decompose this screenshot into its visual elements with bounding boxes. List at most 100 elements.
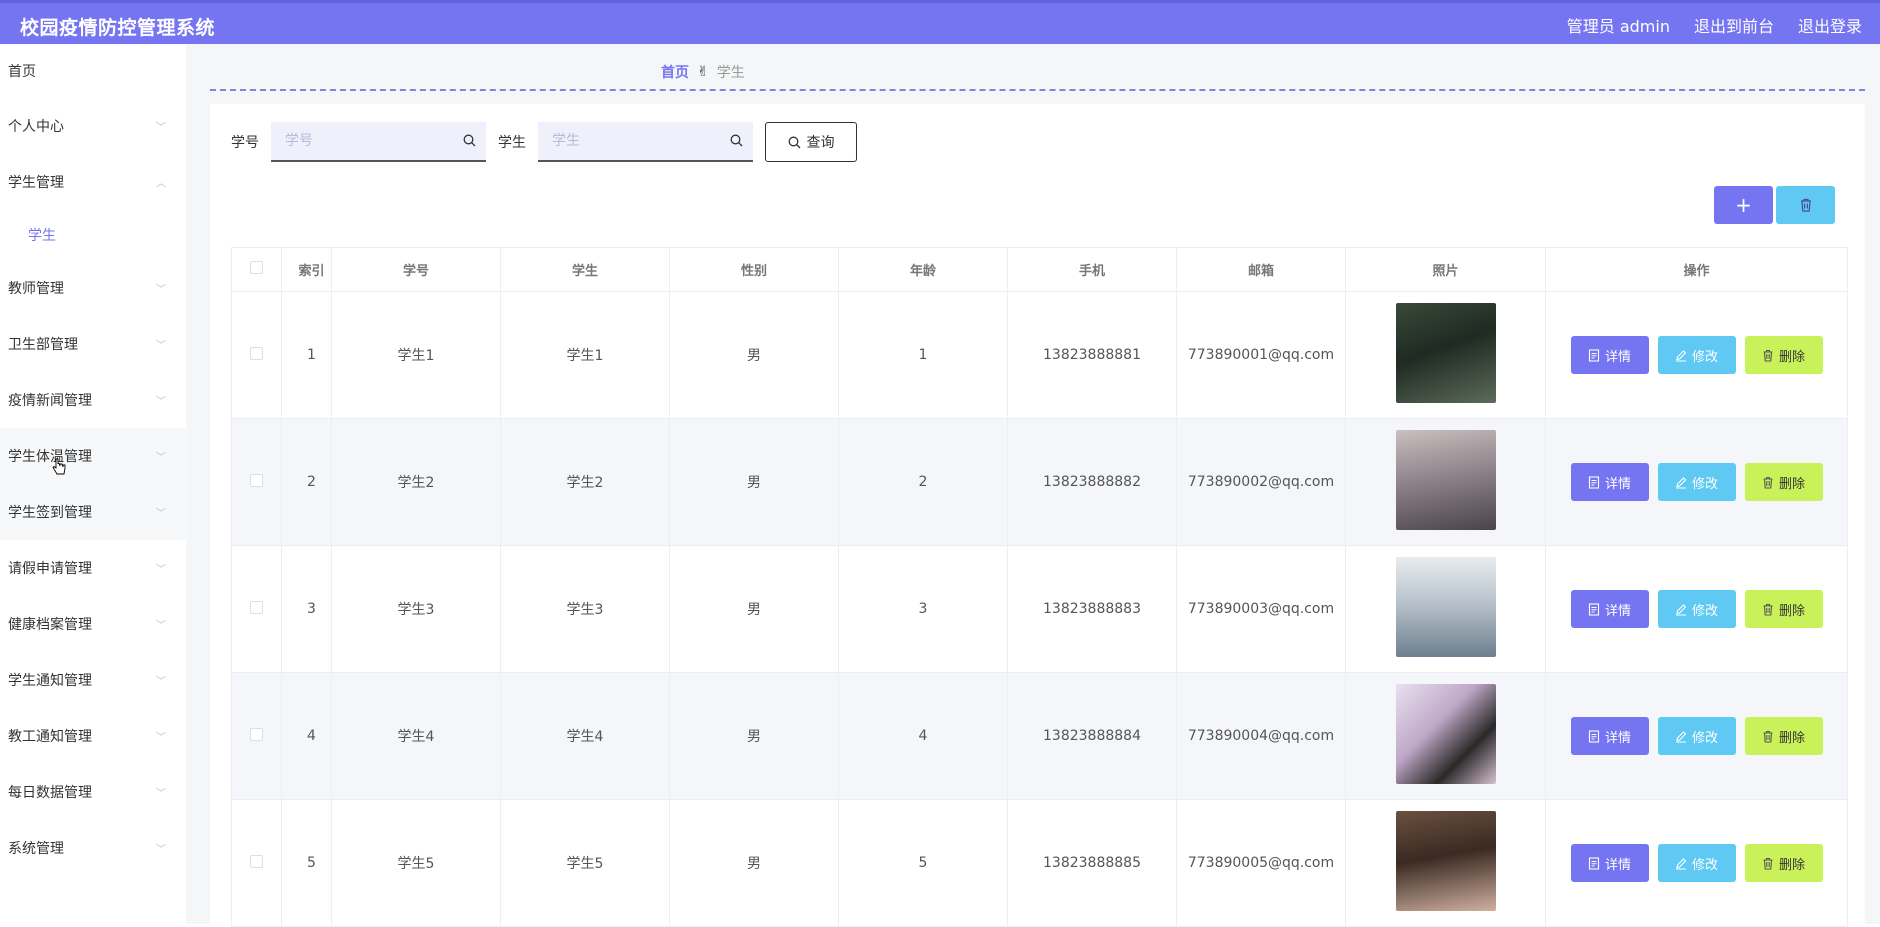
- divider: [210, 89, 1865, 91]
- sidebar-item-student-notice-management[interactable]: 学生通知管理 ﹀: [0, 652, 186, 708]
- top-header: 校园疫情防控管理系统 管理员 admin 退出到前台 退出登录: [0, 0, 1880, 44]
- cell-student-name: 学生4: [500, 672, 670, 800]
- cell-student-id: 学生1: [331, 291, 501, 419]
- edit-button[interactable]: 修改: [1657, 717, 1736, 755]
- chevron-down-icon: ﹀: [156, 564, 166, 576]
- edit-button[interactable]: 修改: [1657, 844, 1736, 882]
- add-button[interactable]: +: [1714, 186, 1773, 224]
- chevron-down-icon: ﹀: [156, 452, 166, 464]
- hand-cursor-icon: [52, 458, 66, 475]
- sidebar-item-teacher-management[interactable]: 教师管理 ﹀: [0, 260, 186, 316]
- sidebar-item-staff-notice-management[interactable]: 教工通知管理 ﹀: [0, 708, 186, 764]
- edit-button[interactable]: 修改: [1657, 463, 1736, 501]
- cell-phone: 13823888885: [1007, 799, 1177, 927]
- edit-button-label: 修改: [1691, 730, 1718, 746]
- cell-actions: 详情 修改 删除: [1545, 799, 1848, 927]
- chevron-down-icon: ﹀: [156, 676, 166, 688]
- col-header-student-id: 学号: [331, 247, 501, 292]
- col-header-email: 邮箱: [1176, 247, 1346, 292]
- select-all-checkbox[interactable]: [250, 261, 263, 274]
- edit-icon: [1675, 603, 1687, 616]
- detail-button-label: 详情: [1604, 349, 1631, 365]
- delete-button[interactable]: 删除: [1744, 590, 1823, 628]
- sidebar-item-temperature-management[interactable]: 学生体温管理 ﹀: [0, 428, 186, 484]
- chevron-down-icon: ﹀: [156, 122, 166, 134]
- sidebar-item-health-record-management[interactable]: 健康档案管理 ﹀: [0, 596, 186, 652]
- student-id-label: 学号: [231, 135, 259, 151]
- cell-age: 4: [838, 672, 1008, 800]
- chevron-down-icon: ﹀: [156, 396, 166, 408]
- student-photo: [1395, 430, 1496, 530]
- row-checkbox[interactable]: [250, 473, 263, 487]
- batch-delete-button[interactable]: [1776, 186, 1835, 224]
- sidebar-item-personal-center[interactable]: 个人中心 ﹀: [0, 98, 186, 154]
- sidebar-item-student-management[interactable]: 学生管理 ︿: [0, 154, 186, 210]
- delete-button[interactable]: 删除: [1744, 463, 1823, 501]
- edit-icon: [1675, 349, 1687, 362]
- student-photo: [1395, 557, 1496, 657]
- sidebar-item-health-dept-management[interactable]: 卫生部管理 ﹀: [0, 316, 186, 372]
- breadcrumb-home[interactable]: 首页: [661, 62, 689, 82]
- exit-to-front-link[interactable]: 退出到前台: [1694, 13, 1774, 37]
- edit-button[interactable]: 修改: [1657, 336, 1736, 374]
- document-icon: [1588, 729, 1600, 743]
- app-title: 校园疫情防控管理系统: [20, 17, 216, 39]
- cell-phone: 13823888882: [1007, 418, 1177, 546]
- logout-link[interactable]: 退出登录: [1798, 13, 1862, 37]
- sidebar-item-daily-data-management[interactable]: 每日数据管理 ﹀: [0, 764, 186, 820]
- cell-student-id: 学生3: [331, 545, 501, 673]
- cell-student-name: 学生3: [500, 545, 670, 673]
- student-photo: [1395, 684, 1496, 784]
- breadcrumb: 首页 ✌ 学生: [661, 62, 745, 82]
- student-photo: [1395, 811, 1496, 911]
- sidebar-item-label: 首页: [8, 64, 36, 80]
- sidebar-item-checkin-management[interactable]: 学生签到管理 ﹀: [0, 484, 186, 540]
- row-select-cell: [231, 799, 282, 927]
- chevron-down-icon: ﹀: [156, 844, 166, 856]
- student-name-input[interactable]: [538, 122, 753, 160]
- cell-photo: [1345, 291, 1546, 419]
- cell-actions: 详情 修改 删除: [1545, 672, 1848, 800]
- row-checkbox[interactable]: [250, 600, 263, 614]
- sidebar-item-system-management[interactable]: 系统管理 ﹀: [0, 820, 186, 876]
- detail-button-label: 详情: [1604, 857, 1631, 873]
- delete-button[interactable]: 删除: [1744, 717, 1823, 755]
- sidebar-item-home[interactable]: 首页: [0, 44, 186, 98]
- chevron-down-icon: ﹀: [156, 620, 166, 632]
- query-button[interactable]: 查询: [765, 122, 857, 162]
- cell-phone: 13823888881: [1007, 291, 1177, 419]
- chevron-down-icon: ﹀: [156, 340, 166, 352]
- table-header-row: 索引 学号 学生 性别 年龄 手机 邮箱 照片 操作: [231, 247, 1848, 292]
- trash-icon: [1763, 857, 1773, 870]
- delete-button[interactable]: 删除: [1744, 844, 1823, 882]
- cell-email: 773890005@qq.com: [1176, 799, 1346, 927]
- edit-icon: [1675, 476, 1687, 489]
- detail-button[interactable]: 详情: [1570, 717, 1649, 755]
- detail-button[interactable]: 详情: [1570, 463, 1649, 501]
- sidebar-item-leave-management[interactable]: 请假申请管理 ﹀: [0, 540, 186, 596]
- row-checkbox[interactable]: [250, 854, 263, 868]
- table-row: 4 学生4 学生4 男 4 13823888884 773890004@qq.com 详情 修改…: [231, 672, 1848, 800]
- query-button-label: 查询: [806, 135, 835, 151]
- search-icon: [463, 134, 476, 147]
- admin-label[interactable]: 管理员 admin: [1567, 13, 1670, 37]
- sidebar-item-epidemic-news-management[interactable]: 疫情新闻管理 ﹀: [0, 372, 186, 428]
- document-icon: [1588, 856, 1600, 870]
- edit-button-label: 修改: [1691, 857, 1718, 873]
- delete-button[interactable]: 删除: [1744, 336, 1823, 374]
- sidebar-item-label: 卫生部管理: [8, 337, 78, 353]
- row-checkbox[interactable]: [250, 346, 263, 360]
- student-name-label: 学生: [498, 135, 526, 151]
- search-icon: [730, 134, 743, 147]
- row-checkbox[interactable]: [250, 727, 263, 741]
- sidebar-subitem-student[interactable]: 学生: [0, 210, 186, 260]
- sidebar-item-label: 学生通知管理: [8, 673, 92, 689]
- edit-icon: [1675, 730, 1687, 743]
- sidebar-item-label: 系统管理: [8, 841, 64, 857]
- detail-button[interactable]: 详情: [1570, 336, 1649, 374]
- detail-button[interactable]: 详情: [1570, 590, 1649, 628]
- cell-photo: [1345, 799, 1546, 927]
- edit-button[interactable]: 修改: [1657, 590, 1736, 628]
- student-id-input[interactable]: [271, 122, 486, 160]
- detail-button[interactable]: 详情: [1570, 844, 1649, 882]
